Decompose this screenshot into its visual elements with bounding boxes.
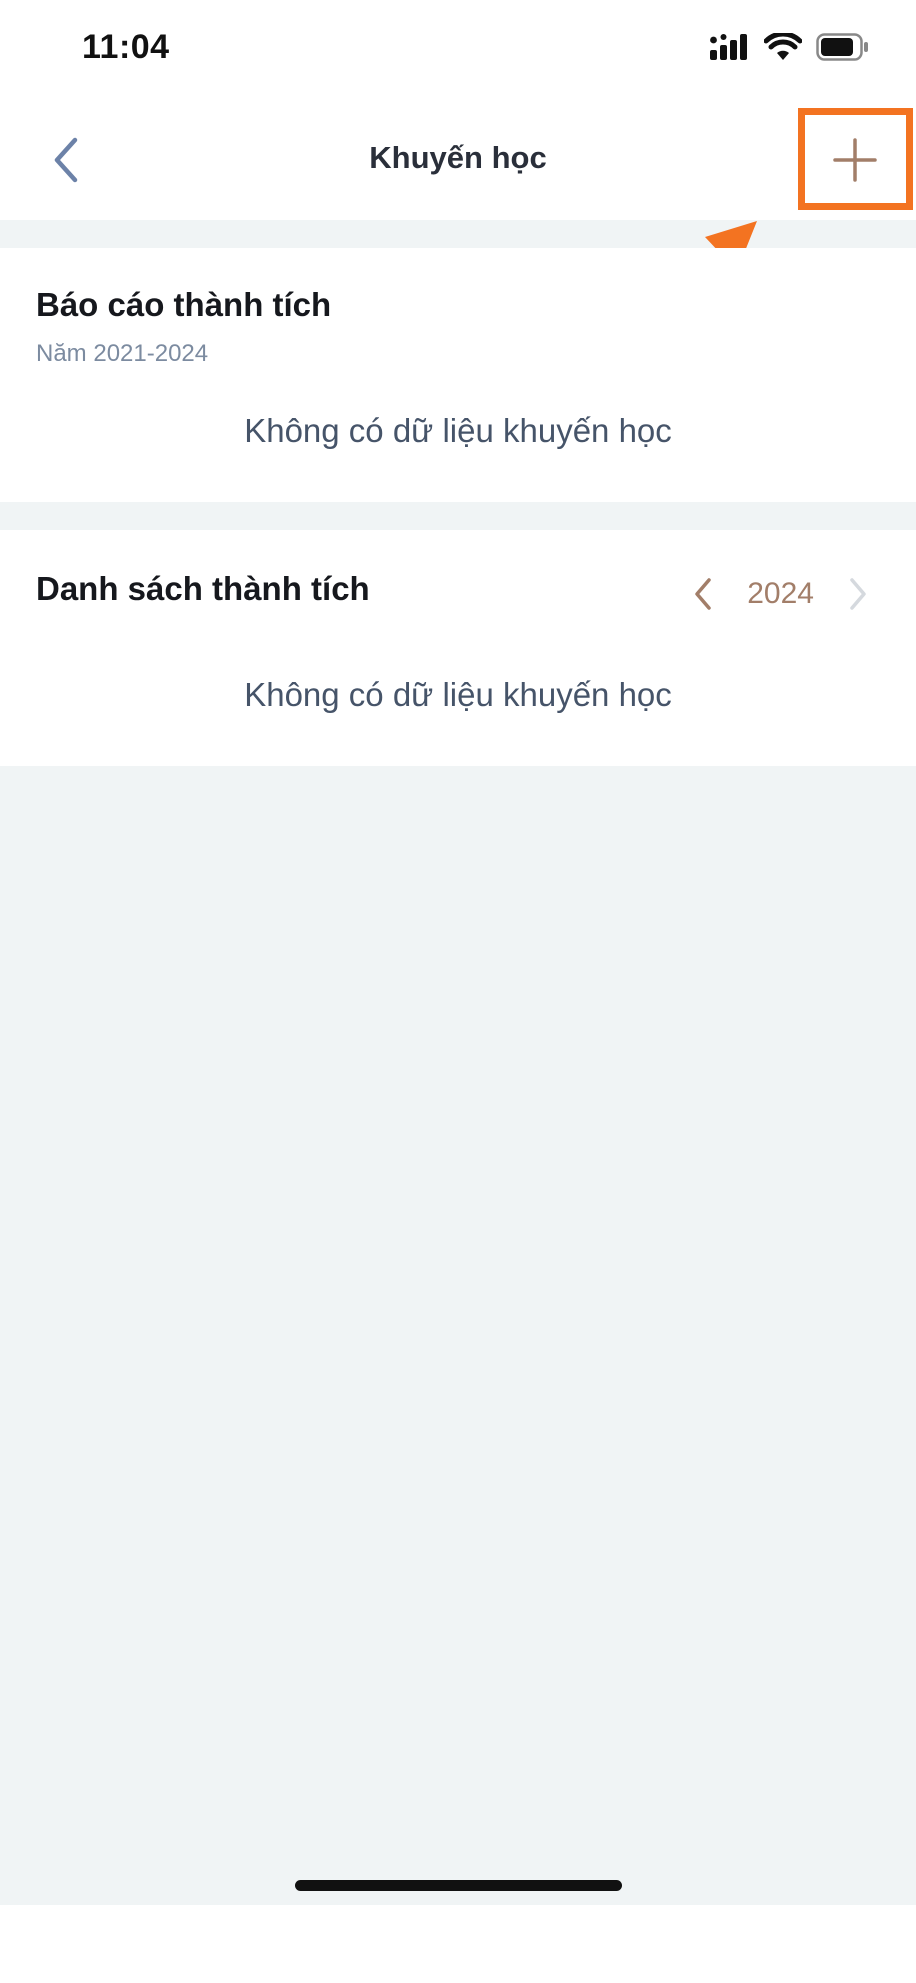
achievement-report-card: Báo cáo thành tích Năm 2021-2024 Không c… — [0, 248, 916, 502]
add-button[interactable] — [800, 112, 910, 212]
battery-icon — [816, 32, 870, 66]
year-next-button[interactable] — [836, 566, 880, 622]
chevron-right-icon — [850, 578, 866, 610]
list-empty-message: Không có dữ liệu khuyến học — [244, 676, 672, 713]
page-title: Khuyến học — [369, 140, 547, 175]
status-icons — [710, 30, 870, 66]
wifi-icon — [763, 30, 803, 66]
report-empty-message: Không có dữ liệu khuyến học — [244, 412, 672, 449]
bottom-safe-area — [0, 1905, 916, 1983]
cellular-signal-icon — [710, 33, 750, 65]
year-prev-button[interactable] — [681, 566, 725, 622]
achievement-list-card: Danh sách thành tích 2024 Không có dữ li… — [0, 530, 916, 766]
report-title: Báo cáo thành tích — [36, 286, 332, 323]
selected-year: 2024 — [747, 577, 814, 610]
list-title: Danh sách thành tích — [36, 570, 370, 607]
chevron-left-icon — [695, 578, 711, 610]
status-bar: 11:04 — [0, 0, 916, 104]
report-year-range: Năm 2021-2024 — [36, 340, 209, 367]
plus-icon — [832, 137, 878, 188]
status-time: 11:04 — [82, 28, 170, 66]
nav-bar: Khuyến học — [0, 104, 916, 220]
year-picker: 2024 — [681, 566, 880, 622]
home-indicator[interactable] — [295, 1880, 622, 1891]
